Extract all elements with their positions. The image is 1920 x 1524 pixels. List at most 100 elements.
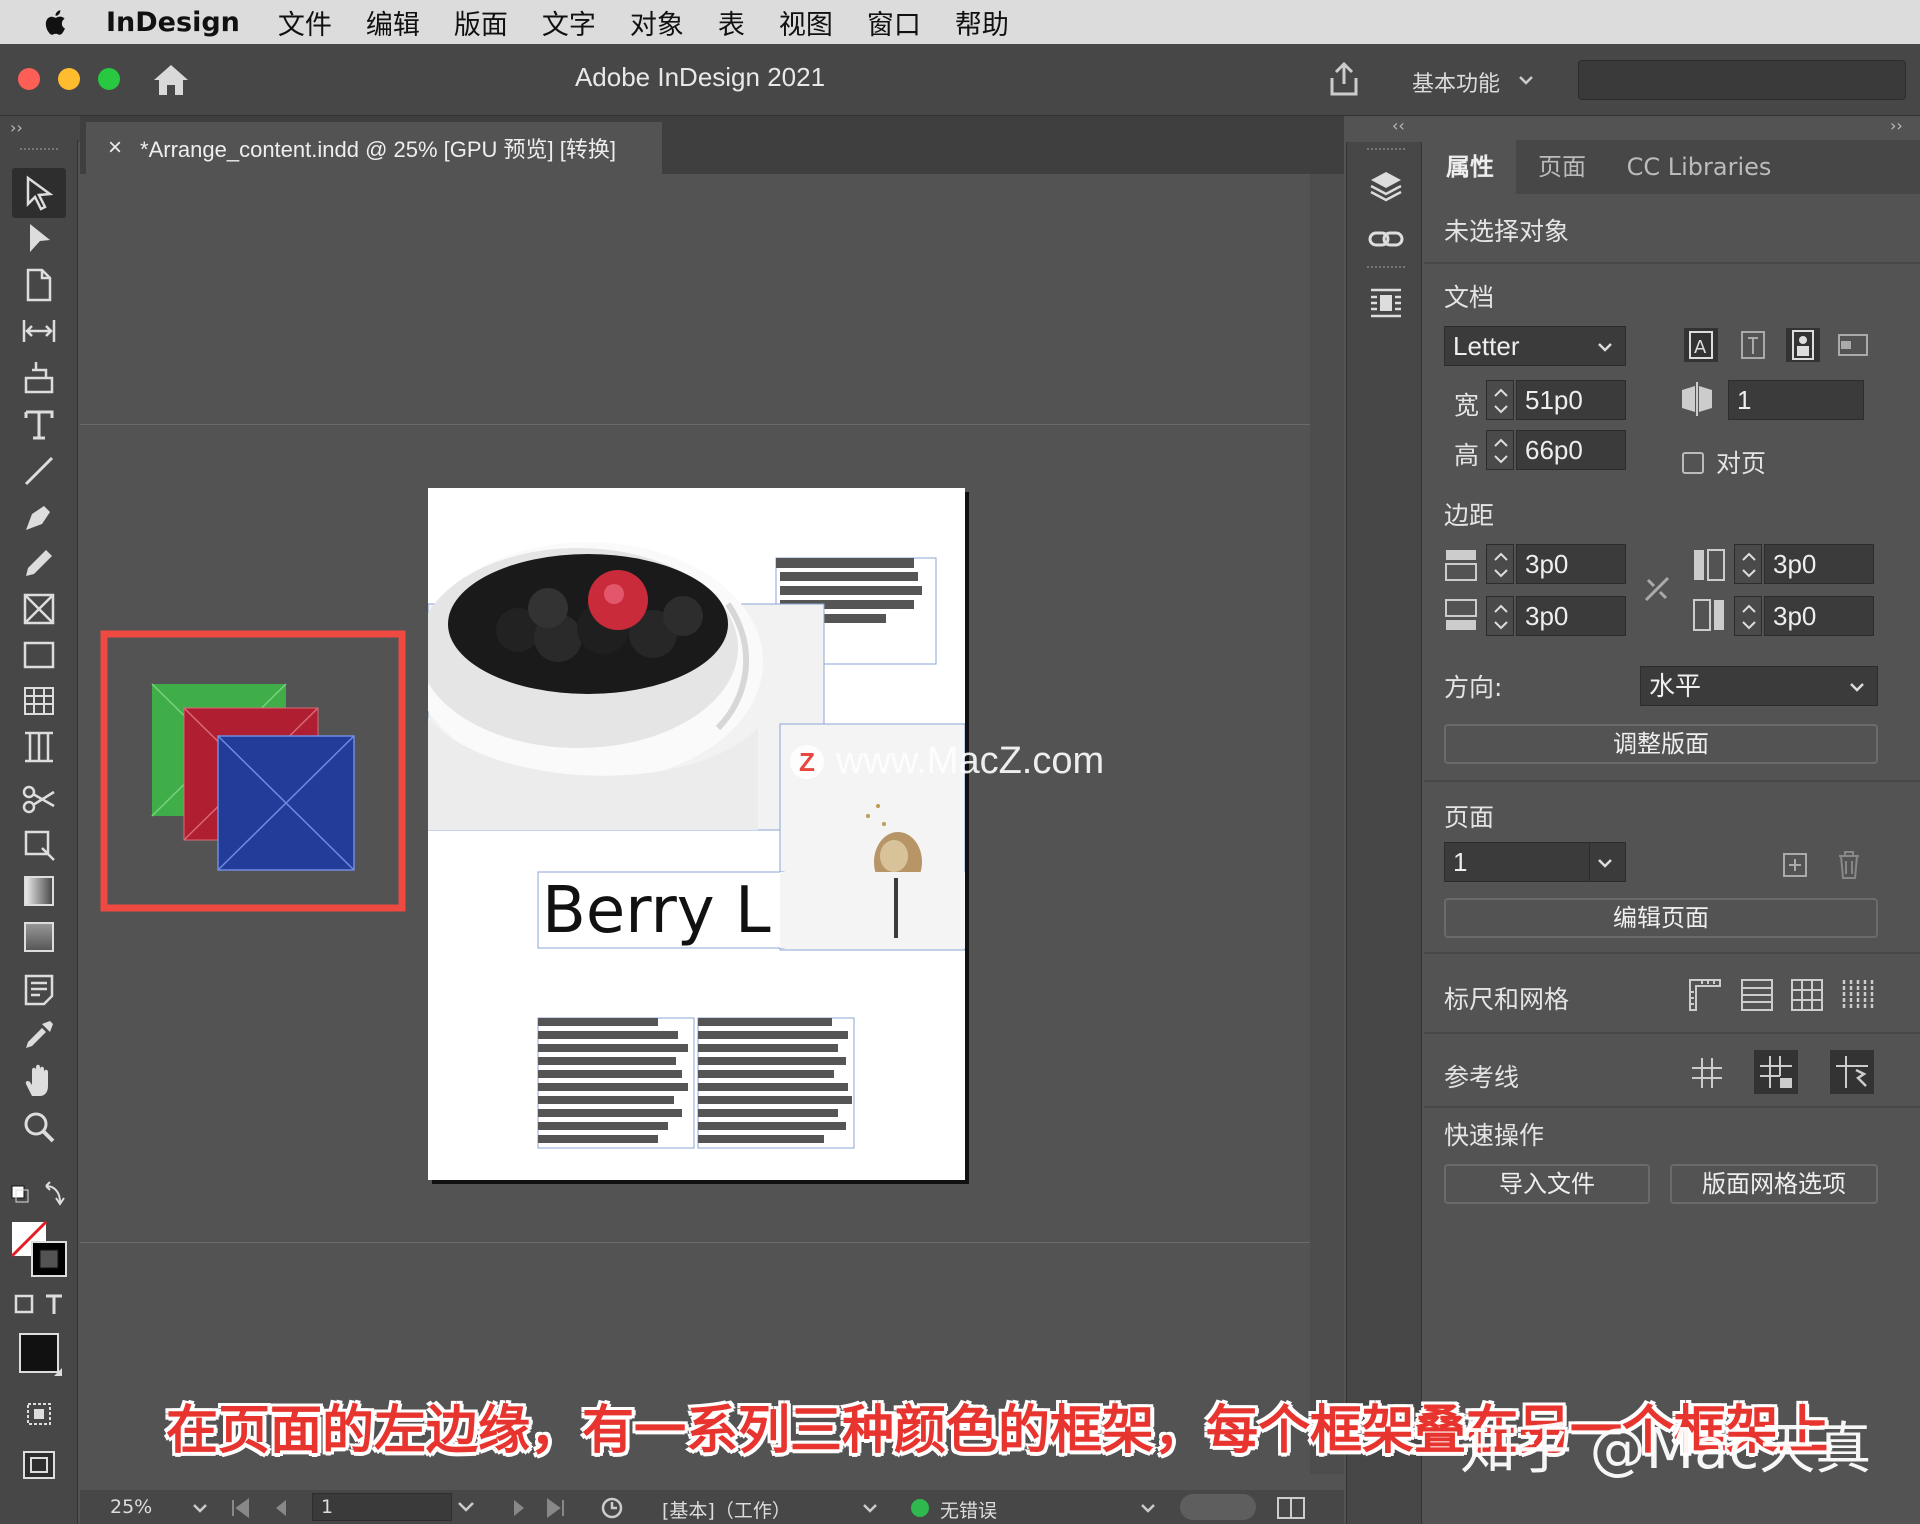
first-page-icon[interactable] xyxy=(230,1498,252,1518)
baseline-grid-icon[interactable] xyxy=(1738,976,1776,1014)
tab-pages[interactable]: 页面 xyxy=(1516,140,1608,194)
gradient-swatch-tool[interactable] xyxy=(20,872,58,910)
width-stepper[interactable] xyxy=(1486,380,1514,420)
collapse-panel-icon[interactable]: ›› xyxy=(1890,116,1903,135)
orientation-dropdown[interactable]: 水平 xyxy=(1640,666,1878,706)
previous-page-icon[interactable] xyxy=(272,1498,290,1518)
orientation-portrait-icon[interactable] xyxy=(1784,326,1822,364)
menu-view[interactable]: 视图 xyxy=(779,3,833,42)
swap-fill-stroke[interactable] xyxy=(8,1180,68,1220)
preflight-profile-icon[interactable] xyxy=(600,1496,630,1520)
menu-layout[interactable]: 版面 xyxy=(454,3,508,42)
document-page[interactable]: Berry L xyxy=(428,488,965,1180)
page-select-dropdown[interactable]: 1 xyxy=(1444,842,1626,882)
horizontal-scroll-thumb[interactable] xyxy=(1180,1494,1256,1520)
document-tab[interactable]: × *Arrange_content.indd @ 25% [GPU 预览] [… xyxy=(86,122,662,174)
share-icon[interactable] xyxy=(1326,60,1362,98)
add-page-icon[interactable] xyxy=(1776,846,1814,884)
close-document-icon[interactable]: × xyxy=(108,134,122,162)
rulers-icon[interactable] xyxy=(1686,976,1724,1014)
errors-chevron-icon[interactable] xyxy=(1140,1502,1156,1514)
layout-grid-options-button[interactable]: 版面网格选项 xyxy=(1670,1164,1878,1204)
show-guides-icon[interactable] xyxy=(1688,1054,1726,1092)
edit-page-button[interactable]: 编辑页面 xyxy=(1444,898,1878,938)
expand-toolbar-icon[interactable]: ›› xyxy=(10,118,23,137)
menu-type[interactable]: 文字 xyxy=(542,3,596,42)
line-tool[interactable] xyxy=(20,452,58,490)
toolbar-grip[interactable] xyxy=(20,148,58,154)
document-preset-dropdown[interactable]: Letter xyxy=(1444,326,1626,366)
next-page-icon[interactable] xyxy=(510,1498,528,1518)
content-collector-tool[interactable] xyxy=(20,358,58,396)
margin-left-input[interactable]: 3p0 xyxy=(1764,544,1874,584)
berries-image-frame[interactable] xyxy=(428,542,825,831)
hand-tool[interactable] xyxy=(20,1062,58,1100)
headline-frame[interactable]: Berry L xyxy=(537,871,785,949)
free-transform-tool[interactable] xyxy=(20,826,58,864)
vertical-grid-tool[interactable] xyxy=(20,728,58,766)
margin-top-input[interactable]: 3p0 xyxy=(1516,544,1626,584)
menu-object[interactable]: 对象 xyxy=(630,3,684,42)
workspace-switcher[interactable]: 基本功能 xyxy=(1412,66,1500,98)
links-icon[interactable] xyxy=(1367,220,1405,258)
apply-color-button[interactable] xyxy=(18,1332,66,1380)
margin-right-input[interactable]: 3p0 xyxy=(1764,596,1874,636)
pages-count-input[interactable]: 1 xyxy=(1728,380,1864,420)
preflight-profile[interactable]: [基本]（工作） xyxy=(662,1496,791,1523)
delete-page-icon[interactable] xyxy=(1830,846,1868,884)
fill-stroke-swatch[interactable] xyxy=(10,1220,70,1278)
margin-bottom-stepper[interactable] xyxy=(1486,596,1514,636)
import-file-button[interactable]: 导入文件 xyxy=(1444,1164,1650,1204)
scissors-tool[interactable] xyxy=(20,780,58,818)
horizontal-grid-tool[interactable] xyxy=(20,682,58,720)
document-grid-icon[interactable] xyxy=(1788,976,1826,1014)
zoom-tool[interactable] xyxy=(20,1108,58,1146)
intent-print-icon[interactable]: A xyxy=(1682,326,1720,364)
margin-right-stepper[interactable] xyxy=(1734,596,1762,636)
text-frame-bottom[interactable] xyxy=(537,1017,855,1149)
margin-bottom-input[interactable]: 3p0 xyxy=(1516,596,1626,636)
chevron-down-icon[interactable] xyxy=(1518,74,1534,86)
menu-help[interactable]: 帮助 xyxy=(955,3,1009,42)
screen-mode-button[interactable] xyxy=(20,1446,58,1484)
rectangle-tool[interactable] xyxy=(20,636,58,674)
menu-app-name[interactable]: InDesign xyxy=(106,7,240,38)
icon-strip-grip-2[interactable] xyxy=(1367,266,1405,272)
tab-cc-libraries[interactable]: CC Libraries xyxy=(1608,140,1790,194)
profile-chevron-icon[interactable] xyxy=(862,1502,878,1514)
page-number-field[interactable]: 1 xyxy=(312,1493,452,1521)
adjust-layout-button[interactable]: 调整版面 xyxy=(1444,724,1878,764)
collapse-strip-icon[interactable]: ‹‹ xyxy=(1392,116,1405,135)
gap-tool[interactable] xyxy=(20,312,58,350)
view-mode-button[interactable] xyxy=(20,1396,58,1434)
lock-guides-icon[interactable] xyxy=(1754,1050,1798,1094)
pen-tool[interactable] xyxy=(20,498,58,536)
rectangle-frame-tool[interactable] xyxy=(20,590,58,628)
margin-left-stepper[interactable] xyxy=(1734,544,1762,584)
menu-edit[interactable]: 编辑 xyxy=(366,3,420,42)
pencil-tool[interactable] xyxy=(20,544,58,582)
text-wrap-icon[interactable] xyxy=(1367,284,1405,322)
page-tool[interactable] xyxy=(20,266,58,304)
width-input[interactable]: 51p0 xyxy=(1516,380,1626,420)
error-status[interactable]: 无错误 xyxy=(940,1496,997,1523)
zoom-level[interactable]: 25% xyxy=(110,1496,152,1518)
zoom-chevron-icon[interactable] xyxy=(192,1502,208,1514)
layout-grid-icon[interactable] xyxy=(1838,976,1876,1014)
smart-guides-icon[interactable] xyxy=(1830,1050,1874,1094)
orientation-landscape-icon[interactable] xyxy=(1834,326,1872,364)
menu-window[interactable]: 窗口 xyxy=(867,3,921,42)
unlink-margins-icon[interactable] xyxy=(1638,570,1676,608)
intent-web-icon[interactable] xyxy=(1734,326,1772,364)
type-tool[interactable] xyxy=(20,406,58,444)
eyedropper-tool[interactable] xyxy=(20,1016,58,1054)
direct-selection-tool[interactable] xyxy=(20,220,58,258)
last-page-icon[interactable] xyxy=(544,1498,566,1518)
layers-icon[interactable] xyxy=(1367,168,1405,206)
apple-icon[interactable] xyxy=(42,7,72,37)
height-input[interactable]: 66p0 xyxy=(1516,430,1626,470)
facing-pages-checkbox[interactable] xyxy=(1682,452,1704,474)
page-chevron-icon[interactable] xyxy=(456,1500,476,1514)
menu-table[interactable]: 表 xyxy=(718,3,745,42)
gradient-feather-tool[interactable] xyxy=(20,918,58,956)
